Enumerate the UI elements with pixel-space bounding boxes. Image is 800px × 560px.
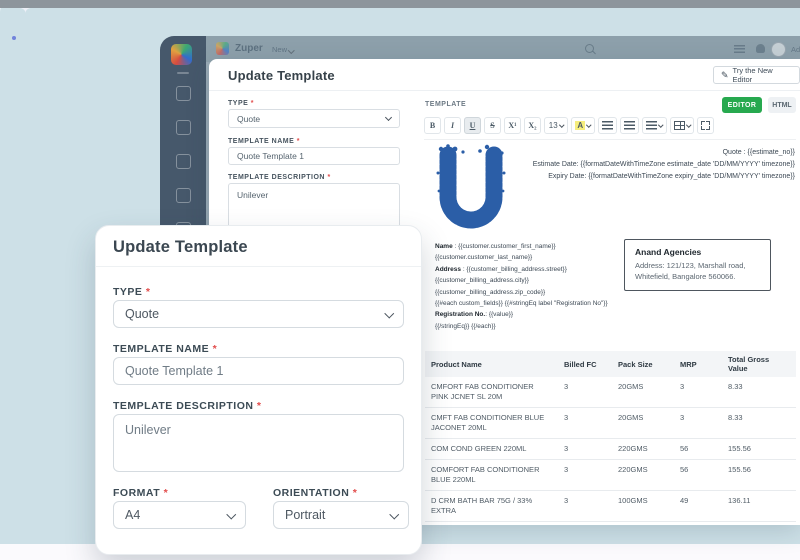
subscript-button[interactable]: X₂ (524, 117, 541, 134)
chevron-down-icon (686, 122, 691, 127)
chevron-down-icon (559, 122, 564, 127)
divider (209, 90, 800, 91)
unordered-list-icon (624, 121, 635, 130)
font-color-dropdown[interactable]: A (571, 117, 595, 134)
product-table: Product NameBilled FCPack SizeMRPTotal G… (425, 351, 796, 525)
zoomed-update-template-card: Update Template TYPE * Quote TEMPLATE NA… (95, 225, 422, 555)
format-select[interactable]: A4 (113, 501, 246, 529)
pencil-icon: ✎ (721, 70, 729, 81)
agency-box: Anand Agencies Address: 121/123, Marshal… (624, 239, 771, 291)
column-header: Product Name (425, 351, 558, 377)
unilever-logo (433, 143, 509, 238)
template-name-input[interactable]: Quote Template 1 (113, 357, 404, 385)
superscript-button[interactable]: X¹ (504, 117, 521, 134)
agency-address-line2: Whitefield, Bangalore 560066. (635, 271, 760, 282)
divider (96, 266, 421, 267)
table-dropdown[interactable] (670, 117, 695, 134)
template-line: Registration No.: {{value}} (435, 309, 631, 320)
template-line: {{customer_billing_address.zip_code}} (435, 287, 631, 298)
table-icon (674, 121, 685, 130)
template-name-label: TEMPLATE NAME * (228, 138, 300, 145)
product-table-body: CMFORT FAB CONDITIONER PINK JCNET SL 20M… (425, 377, 796, 525)
search-icon[interactable] (585, 44, 594, 53)
sidebar-nav-icon[interactable] (176, 188, 191, 203)
card-title: Update Template (113, 238, 248, 257)
template-name-input[interactable]: Quote Template 1 (228, 147, 400, 165)
underline-button[interactable]: U (464, 117, 481, 134)
menu-icon[interactable] (734, 45, 745, 53)
table-row: COM COND GREEN 220ML3220GMS56155.56 (425, 439, 796, 460)
ordered-list-button[interactable] (598, 117, 617, 134)
column-header: Billed FC (558, 351, 612, 377)
agency-address-line1: Address: 121/123, Marshall road, (635, 260, 760, 271)
orientation-select[interactable]: Portrait (273, 501, 409, 529)
table-row: COMFORT FAB CONDITIONER BLUE 220ML3220GM… (425, 460, 796, 491)
tab-html[interactable]: HTML (768, 97, 796, 113)
orientation-label: ORIENTATION * (273, 487, 357, 499)
chevron-down-icon (586, 122, 591, 127)
brand-logo-icon (216, 42, 229, 55)
new-menu[interactable]: New (272, 45, 294, 54)
sidebar-nav-icon[interactable] (176, 154, 191, 169)
type-select[interactable]: Quote (228, 109, 400, 128)
font-size-dropdown[interactable]: 13 (544, 117, 568, 134)
template-name-label: TEMPLATE NAME * (113, 343, 217, 355)
column-header: Pack Size (612, 351, 674, 377)
chevron-down-icon (658, 122, 663, 127)
bottom-bar (0, 0, 800, 8)
type-select[interactable]: Quote (113, 300, 404, 328)
chevron-down-icon (389, 509, 398, 518)
sidebar-nav-icon[interactable] (176, 120, 191, 135)
align-icon (646, 121, 657, 130)
type-label: TYPE * (228, 100, 254, 107)
unordered-list-button[interactable] (620, 117, 639, 134)
modal-title: Update Template (228, 68, 335, 83)
try-new-editor-button[interactable]: ✎ Try the New Editor (713, 66, 800, 84)
italic-button[interactable]: I (444, 117, 461, 134)
bell-icon[interactable] (756, 44, 765, 53)
template-line: {{#each custom_fields}} {{#stringEq labe… (435, 298, 631, 309)
page: ✦ Zuper New Ad Update Template ✎ Try the… (0, 0, 800, 560)
chevron-down-icon (385, 114, 392, 121)
cursor-dot (12, 36, 16, 40)
zuper-logo-icon[interactable] (171, 44, 192, 65)
table-row: DOVE CREAM BEAUTY BAR 50G350GMS2955.56 (425, 522, 796, 526)
template-line: Name : {{customer.customer_first_name}} (435, 241, 631, 252)
sidebar-nav-icon[interactable] (176, 86, 191, 101)
sidebar-divider (177, 72, 189, 74)
avatar[interactable] (771, 42, 786, 57)
chevron-down-icon (288, 47, 294, 53)
align-dropdown[interactable] (642, 117, 667, 134)
template-description-textarea[interactable]: Unilever (113, 414, 404, 472)
chevron-down-icon (384, 308, 393, 317)
column-header: MRP (674, 351, 722, 377)
strikethrough-button[interactable]: S (484, 117, 501, 134)
type-label: TYPE * (113, 286, 150, 298)
bold-button[interactable]: B (424, 117, 441, 134)
agency-name: Anand Agencies (635, 247, 760, 257)
template-description-label: TEMPLATE DESCRIPTION * (228, 174, 331, 181)
template-line: {{customer_billing_address.city}} (435, 275, 631, 286)
template-line: {{customer.customer_last_name}} (435, 252, 631, 263)
product-table-head-row: Product NameBilled FCPack SizeMRPTotal G… (425, 351, 796, 377)
fullscreen-button[interactable] (697, 117, 714, 134)
brand-name: Zuper (235, 43, 263, 54)
template-description-label: TEMPLATE DESCRIPTION * (113, 400, 262, 412)
format-label: FORMAT * (113, 487, 168, 499)
editor-toolbar: B I U S X¹ X₂ 13 A (424, 117, 796, 140)
customer-lines: Name : {{customer.customer_first_name}}{… (435, 241, 631, 332)
table-row: D CRM BATH BAR 75G / 33% EXTRA3100GMS491… (425, 491, 796, 522)
navbar-user-text: Ad (791, 45, 800, 54)
template-panel-label: TEMPLATE (425, 101, 466, 108)
expand-icon (701, 121, 710, 130)
tab-editor[interactable]: EDITOR (722, 97, 762, 113)
chevron-down-icon (226, 509, 235, 518)
template-line: Address : {{customer_billing_address.str… (435, 264, 631, 275)
column-header: Total Gross Value (722, 351, 796, 377)
table-row: CMFORT FAB CONDITIONER PINK JCNET SL 20M… (425, 377, 796, 408)
table-row: CMFT FAB CONDITIONER BLUE JACONET 20ML32… (425, 408, 796, 439)
template-line: {{/stringEq}} {{/each}} (435, 321, 631, 332)
ordered-list-icon (602, 121, 613, 130)
